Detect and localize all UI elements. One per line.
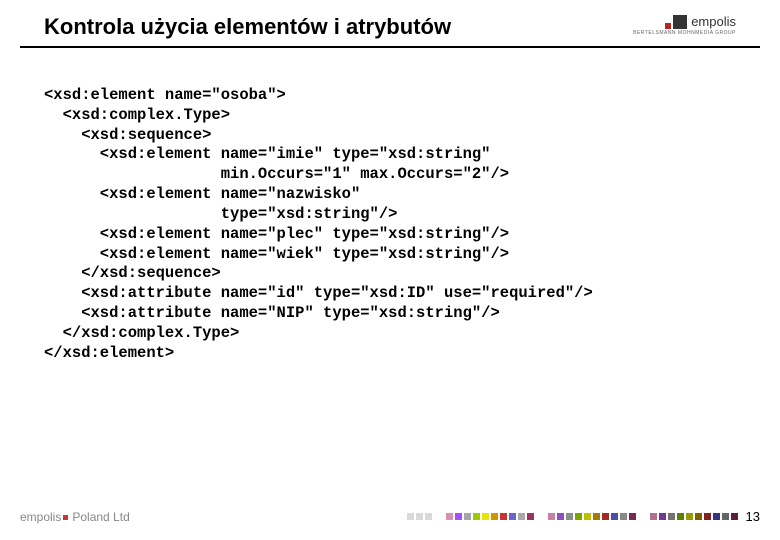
color-square-icon xyxy=(566,513,573,520)
code-block: <xsd:element name="osoba"> <xsd:complex.… xyxy=(44,86,740,364)
color-square-icon xyxy=(575,513,582,520)
code-line: </xsd:element> xyxy=(44,344,174,362)
decorative-squares xyxy=(407,513,738,520)
color-square-icon xyxy=(695,513,702,520)
color-square-icon xyxy=(602,513,609,520)
code-line: min.Occurs="1" max.Occurs="2"/> xyxy=(44,165,509,183)
page-title: Kontrola użycia elementów i atrybutów xyxy=(44,14,451,40)
footer-brand-sub: Poland Ltd xyxy=(72,510,129,524)
color-square-icon xyxy=(620,513,627,520)
footer: empolis Poland Ltd 13 xyxy=(20,509,760,524)
footer-square-icon xyxy=(63,515,68,520)
color-square-icon xyxy=(593,513,600,520)
color-square-icon xyxy=(464,513,471,520)
color-square-icon xyxy=(455,513,462,520)
content-area: <xsd:element name="osoba"> <xsd:complex.… xyxy=(0,48,780,364)
color-square-icon xyxy=(686,513,693,520)
code-line: <xsd:element name="imie" type="xsd:strin… xyxy=(44,145,490,163)
color-square-icon xyxy=(446,513,453,520)
footer-brand: empolis Poland Ltd xyxy=(20,510,130,524)
page-number: 13 xyxy=(746,509,760,524)
brand-subtitle: BERTELSMANN MOHNMEDIA GROUP xyxy=(633,30,736,36)
code-line: <xsd:element name="nazwisko" xyxy=(44,185,360,203)
code-line: type="xsd:string"/> xyxy=(44,205,397,223)
code-line: </xsd:complex.Type> xyxy=(44,324,239,342)
color-square-icon xyxy=(713,513,720,520)
color-square-icon xyxy=(611,513,618,520)
color-square-icon xyxy=(704,513,711,520)
footer-brand-name: empolis xyxy=(20,510,61,524)
color-square-icon xyxy=(473,513,480,520)
color-square-icon xyxy=(584,513,591,520)
color-square-icon xyxy=(482,513,489,520)
color-square-icon xyxy=(500,513,507,520)
color-square-icon xyxy=(722,513,729,520)
color-square-icon xyxy=(527,513,534,520)
color-square-icon xyxy=(425,513,432,520)
code-line: <xsd:element name="plec" type="xsd:strin… xyxy=(44,225,509,243)
color-square-icon xyxy=(731,513,738,520)
code-line: <xsd:sequence> xyxy=(44,126,211,144)
logo-square-large-icon xyxy=(673,15,687,29)
code-line: <xsd:element name="wiek" type="xsd:strin… xyxy=(44,245,509,263)
brand-logo: empolis BERTELSMANN MOHNMEDIA GROUP xyxy=(633,14,736,36)
color-square-icon xyxy=(557,513,564,520)
brand-name: empolis xyxy=(691,14,736,29)
logo-square-small-icon xyxy=(665,23,671,29)
color-square-icon xyxy=(491,513,498,520)
code-line: <xsd:attribute name="NIP" type="xsd:stri… xyxy=(44,304,500,322)
color-square-icon xyxy=(668,513,675,520)
code-line: <xsd:complex.Type> xyxy=(44,106,230,124)
color-square-icon xyxy=(659,513,666,520)
code-line: <xsd:attribute name="id" type="xsd:ID" u… xyxy=(44,284,593,302)
color-square-icon xyxy=(548,513,555,520)
color-square-icon xyxy=(518,513,525,520)
code-line: <xsd:element name="osoba"> xyxy=(44,86,286,104)
color-square-icon xyxy=(677,513,684,520)
color-square-icon xyxy=(650,513,657,520)
header: Kontrola użycia elementów i atrybutów em… xyxy=(20,0,760,48)
code-line: </xsd:sequence> xyxy=(44,264,221,282)
color-square-icon xyxy=(407,513,414,520)
color-square-icon xyxy=(416,513,423,520)
color-square-icon xyxy=(629,513,636,520)
color-square-icon xyxy=(509,513,516,520)
